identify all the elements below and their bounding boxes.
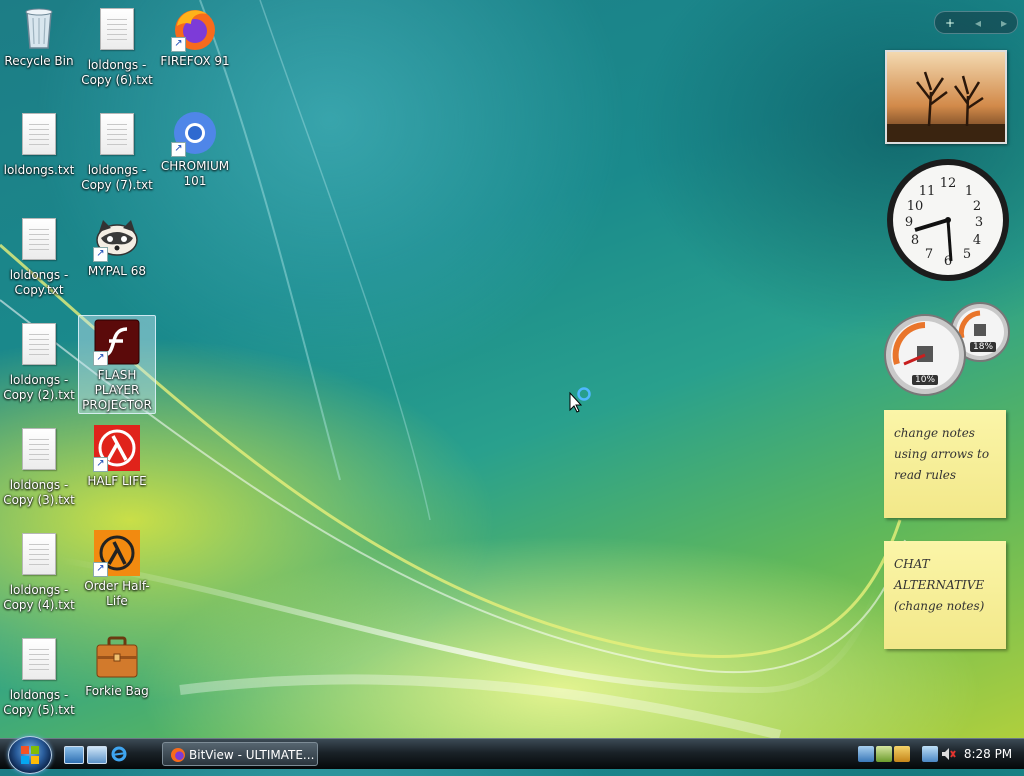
text-file-icon: [15, 428, 63, 476]
mypal-shortcut[interactable]: ↗ MYPAL 68: [78, 212, 156, 279]
clock-numeral: 12: [940, 176, 957, 191]
clock-numeral: 9: [905, 215, 913, 230]
volume-muted-icon[interactable]: [940, 746, 956, 762]
icon-label: Forkie Bag: [85, 684, 149, 698]
recycle-bin-icon-item[interactable]: Recycle Bin: [0, 2, 78, 69]
add-gadget-button[interactable]: +: [945, 16, 955, 30]
cpu-usage-readout: 10%: [912, 375, 939, 385]
note-text: change notes using arrows to read rules: [894, 426, 990, 482]
safely-remove-tray-icon[interactable]: [876, 746, 892, 762]
shortcut-arrow-icon: ↗: [93, 457, 108, 472]
chromium-shortcut[interactable]: ↗ CHROMIUM 101: [156, 107, 234, 189]
icon-label: MYPAL 68: [87, 264, 147, 278]
shortcut-arrow-icon: ↗: [93, 247, 108, 262]
icon-label: loldongs - Copy (3).txt: [3, 478, 75, 507]
chromium-icon: ↗: [171, 109, 219, 157]
icon-label: loldongs - Copy (7).txt: [81, 163, 153, 192]
firefox-icon: ↗: [171, 4, 219, 52]
forkie-bag-item[interactable]: Forkie Bag: [78, 632, 156, 699]
start-button[interactable]: [8, 736, 52, 774]
taskbar-clock[interactable]: 8:28 PM: [962, 739, 1014, 769]
text-file-icon: [15, 113, 63, 161]
clock-numeral: 2: [973, 199, 981, 214]
mouse-cursor: [569, 383, 595, 416]
switch-windows-icon[interactable]: [87, 746, 107, 764]
taskbar: BitView - ULTIMATE... 8:28 PM: [0, 736, 1024, 774]
clock-numeral: 5: [963, 247, 971, 262]
shortcut-arrow-icon: ↗: [171, 37, 186, 52]
icon-label: Recycle Bin: [4, 54, 74, 68]
analog-clock-gadget[interactable]: 12 3 6 9 1 2 4 5 7 8 10 11: [885, 157, 1011, 283]
icon-label: HALF LIFE: [87, 474, 147, 488]
show-desktop-icon[interactable]: [64, 746, 84, 764]
briefcase-icon: [93, 634, 141, 682]
sticky-note[interactable]: CHAT ALTERNATIVE (change notes): [884, 541, 1006, 649]
icon-label: FIREFOX 91: [160, 54, 230, 68]
text-file-icon-item[interactable]: loldongs.txt: [0, 107, 78, 178]
icon-label: loldongs - Copy.txt: [9, 268, 69, 297]
firefox-shortcut[interactable]: ↗ FIREFOX 91: [156, 2, 234, 69]
half-life-lambda-icon: ↗: [93, 424, 141, 472]
text-file-icon-item[interactable]: loldongs - Copy (3).txt: [0, 422, 78, 508]
icon-label: Order Half-Life: [84, 579, 150, 608]
cpu-meter-gadget[interactable]: 10% 18%: [884, 302, 1010, 398]
firefox-icon: [171, 748, 185, 762]
shortcut-arrow-icon: ↗: [93, 562, 108, 577]
icon-label: loldongs - Copy (6).txt: [81, 58, 153, 87]
recycle-bin-icon: [15, 4, 63, 52]
sidebar-controls: + ◂ ▸: [934, 11, 1018, 34]
network-tray-icon[interactable]: [858, 746, 874, 762]
half-life-shortcut[interactable]: ↗ HALF LIFE: [78, 422, 156, 489]
clock-numeral: 3: [975, 215, 983, 230]
icon-label: CHROMIUM 101: [160, 159, 230, 188]
connection-tray-icon[interactable]: [922, 746, 938, 762]
flash-icon: ↗: [93, 318, 141, 366]
text-file-icon: [15, 638, 63, 686]
memory-usage-readout: 18%: [970, 342, 997, 352]
icon-label: FLASH PLAYER PROJECTOR: [82, 368, 152, 412]
slideshow-tree-image: [887, 52, 1005, 142]
slideshow-gadget[interactable]: [885, 50, 1007, 144]
shortcut-arrow-icon: ↗: [93, 351, 108, 366]
previous-page-button[interactable]: ◂: [975, 16, 981, 30]
clock-numeral: 7: [925, 247, 933, 262]
clock-numeral: 4: [973, 233, 981, 248]
icon-label: loldongs.txt: [3, 163, 75, 177]
text-file-icon-item[interactable]: loldongs - Copy (4).txt: [0, 527, 78, 613]
clock-numeral: 1: [965, 184, 973, 199]
text-file-icon-item[interactable]: loldongs - Copy (5).txt: [0, 632, 78, 718]
next-page-button[interactable]: ▸: [1001, 16, 1007, 30]
icon-label: loldongs - Copy (2).txt: [3, 373, 75, 402]
shortcut-arrow-icon: ↗: [171, 142, 186, 157]
icon-label: loldongs - Copy (4).txt: [3, 583, 75, 612]
clock-numeral: 8: [911, 233, 919, 248]
raccoon-icon: ↗: [93, 214, 141, 262]
half-life-orange-icon: ↗: [93, 529, 141, 577]
internet-explorer-icon[interactable]: [110, 746, 128, 762]
order-half-life-shortcut[interactable]: ↗ Order Half-Life: [78, 527, 156, 609]
text-file-icon: [15, 533, 63, 581]
text-file-icon: [15, 323, 63, 371]
text-file-icon-item[interactable]: loldongs - Copy (6).txt: [78, 2, 156, 88]
text-file-icon-item[interactable]: loldongs - Copy (2).txt: [0, 317, 78, 403]
note-text: CHAT ALTERNATIVE (change notes): [894, 557, 985, 613]
text-file-icon-item[interactable]: loldongs - Copy (7).txt: [78, 107, 156, 193]
clock-numeral: 11: [919, 184, 936, 199]
sticky-note[interactable]: change notes using arrows to read rules: [884, 410, 1006, 518]
icon-label: loldongs - Copy (5).txt: [3, 688, 75, 717]
text-file-icon: [93, 113, 141, 161]
task-label: BitView - ULTIMATE...: [189, 748, 315, 762]
security-tray-icon[interactable]: [894, 746, 910, 762]
flash-player-shortcut[interactable]: ↗ FLASH PLAYER PROJECTOR: [78, 315, 156, 414]
clock-numeral: 10: [907, 199, 924, 214]
text-file-icon: [93, 8, 141, 56]
text-file-icon-item[interactable]: loldongs - Copy.txt: [0, 212, 78, 298]
text-file-icon: [15, 218, 63, 266]
taskbar-window-button[interactable]: BitView - ULTIMATE...: [162, 742, 318, 766]
